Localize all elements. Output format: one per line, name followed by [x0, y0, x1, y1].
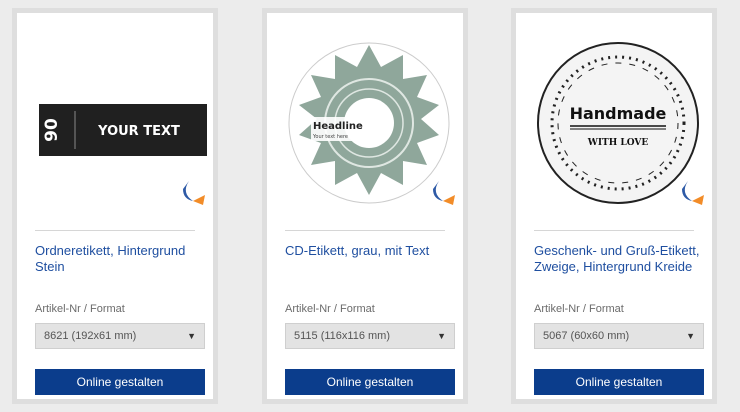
- format-select[interactable]: 5115 (116x116 mm) ▼: [285, 323, 455, 349]
- format-label: Artikel-Nr / Format: [35, 303, 125, 315]
- divider: [285, 230, 445, 231]
- editor-logo-icon: [682, 181, 704, 205]
- format-value: 8621 (192x61 mm): [44, 330, 137, 342]
- online-gestalten-button[interactable]: Online gestalten: [285, 369, 455, 395]
- editor-logo-icon: [433, 181, 455, 205]
- divider: [35, 230, 195, 231]
- product-preview-image[interactable]: 90 YOUR TEXT: [31, 31, 207, 211]
- format-value: 5115 (116x116 mm): [294, 330, 390, 342]
- format-label: Artikel-Nr / Format: [534, 303, 624, 315]
- svg-text:Handmade: Handmade: [570, 104, 667, 123]
- product-preview-image[interactable]: Headline Your text here: [281, 31, 457, 211]
- product-preview-image[interactable]: Handmade WITH LOVE: [530, 31, 706, 211]
- product-title-link[interactable]: Ordneretikett, Hintergrund Stein: [35, 243, 205, 275]
- editor-logo-icon: [183, 181, 205, 205]
- product-title-link[interactable]: CD-Etikett, grau, mit Text: [285, 243, 455, 259]
- chevron-down-icon: ▼: [686, 331, 695, 341]
- online-gestalten-button[interactable]: Online gestalten: [534, 369, 704, 395]
- format-value: 5067 (60x60 mm): [543, 330, 630, 342]
- chevron-down-icon: ▼: [437, 331, 446, 341]
- online-gestalten-button[interactable]: Online gestalten: [35, 369, 205, 395]
- product-title-link[interactable]: Geschenk- und Gruß-Etikett, Zweige, Hint…: [534, 243, 704, 275]
- svg-text:90: 90: [42, 118, 62, 142]
- product-card: Handmade WITH LOVE Geschenk- und Gruß-Et…: [511, 8, 717, 404]
- svg-text:Your text here: Your text here: [312, 134, 348, 140]
- svg-text:Headline: Headline: [313, 121, 363, 132]
- svg-text:WITH LOVE: WITH LOVE: [587, 138, 649, 148]
- svg-text:YOUR TEXT: YOUR TEXT: [97, 124, 180, 139]
- format-label: Artikel-Nr / Format: [285, 303, 375, 315]
- format-select[interactable]: 5067 (60x60 mm) ▼: [534, 323, 704, 349]
- divider: [534, 230, 694, 231]
- product-card: Headline Your text here CD-Etikett, grau…: [262, 8, 468, 404]
- format-select[interactable]: 8621 (192x61 mm) ▼: [35, 323, 205, 349]
- product-card: 90 YOUR TEXT Ordneretikett, Hintergrund …: [12, 8, 218, 404]
- chevron-down-icon: ▼: [187, 331, 196, 341]
